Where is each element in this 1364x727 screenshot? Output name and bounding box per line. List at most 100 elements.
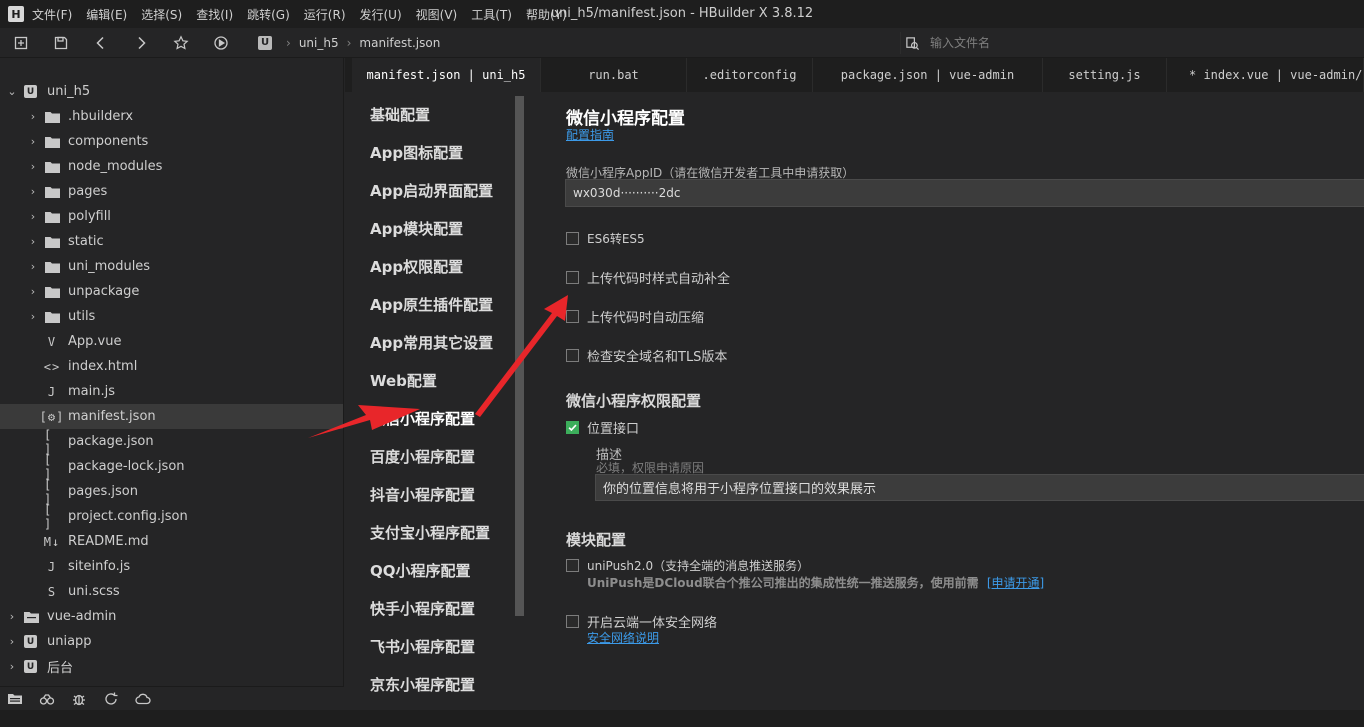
minify-checkbox[interactable]: [566, 310, 579, 323]
tree-file-project-config-json[interactable]: [ ] project.config.json: [0, 503, 343, 531]
menu-tools[interactable]: 工具(T): [471, 6, 512, 23]
plugin-icon[interactable]: [38, 690, 56, 708]
chevron-right-icon[interactable]: ›: [26, 260, 40, 273]
menu-file[interactable]: 文件(F): [32, 6, 72, 23]
url-check-option[interactable]: 检查安全域名和TLS版本: [566, 346, 727, 365]
settings-nav-item[interactable]: 微信小程序配置: [370, 408, 475, 429]
tree-folder-static[interactable]: › static: [0, 229, 343, 254]
settings-nav-item[interactable]: 百度小程序配置: [370, 446, 475, 467]
menu-view[interactable]: 视图(V): [416, 6, 458, 23]
chevron-right-icon[interactable]: ›: [5, 660, 19, 673]
minify-option[interactable]: 上传代码时自动压缩: [566, 307, 704, 326]
tree-file-siteinfo-js[interactable]: Jsiteinfo.js: [0, 554, 343, 579]
tree-folder-polyfill[interactable]: › polyfill: [0, 204, 343, 229]
unipush-option[interactable]: uniPush2.0（支持全端的消息推送服务）: [566, 557, 809, 574]
tab-manifest-json[interactable]: manifest.json | uni_h5: [352, 58, 541, 92]
menu-help[interactable]: 帮助(Y): [526, 6, 567, 23]
location-checkbox[interactable]: [566, 421, 579, 434]
tree-file-main-js[interactable]: Jmain.js: [0, 379, 343, 404]
tree-project-uni-h5[interactable]: ⌄ Uuni_h5: [0, 79, 343, 104]
chevron-right-icon[interactable]: ›: [26, 285, 40, 298]
settings-nav-item[interactable]: QQ小程序配置: [370, 560, 471, 581]
chevron-right-icon[interactable]: ›: [26, 185, 40, 198]
tree-folder-components[interactable]: › components: [0, 129, 343, 154]
menu-find[interactable]: 查找(I): [196, 6, 233, 23]
location-option[interactable]: 位置接口: [566, 418, 639, 437]
settings-nav-item[interactable]: App启动界面配置: [370, 180, 493, 201]
url-check-checkbox[interactable]: [566, 349, 579, 362]
debug-icon[interactable]: [70, 690, 88, 708]
tab-editorconfig[interactable]: .editorconfig: [687, 58, 813, 92]
unipush-apply-link[interactable]: [申请开通]: [987, 576, 1044, 590]
settings-nav-scrollbar[interactable]: [515, 96, 524, 616]
new-file-icon[interactable]: [8, 30, 34, 56]
tree-folder-unpackage[interactable]: › unpackage: [0, 279, 343, 304]
secure-network-checkbox[interactable]: [566, 615, 579, 628]
menu-publish[interactable]: 发行(U): [360, 6, 402, 23]
settings-nav-item[interactable]: 抖音小程序配置: [370, 484, 475, 505]
tree-folder-node-modules[interactable]: › node_modules: [0, 154, 343, 179]
tree-file-package-lock-json[interactable]: [ ] package-lock.json: [0, 453, 343, 481]
sync-icon[interactable]: [102, 690, 120, 708]
settings-nav-item[interactable]: 基础配置: [370, 104, 430, 125]
settings-nav-item[interactable]: App权限配置: [370, 256, 463, 277]
chevron-right-icon[interactable]: ›: [5, 635, 19, 648]
project-manager-icon[interactable]: [6, 690, 24, 708]
config-guide-link[interactable]: 配置指南: [566, 126, 614, 143]
tree-folder-hbuilderx[interactable]: › .hbuilderx: [0, 104, 343, 129]
tree-folder-utils[interactable]: › utils: [0, 304, 343, 329]
tree-file-manifest-json[interactable]: [⚙] manifest.json: [0, 404, 343, 429]
tree-file-uni-scss[interactable]: Suni.scss: [0, 579, 343, 604]
tree-project-[interactable]: › U 后台: [0, 654, 343, 679]
unipush-checkbox[interactable]: [566, 559, 579, 572]
settings-nav-item[interactable]: Web配置: [370, 370, 437, 391]
chevron-down-icon[interactable]: ⌄: [5, 85, 19, 98]
menu-edit[interactable]: 编辑(E): [86, 6, 127, 23]
tree-file-index-html[interactable]: <> index.html: [0, 354, 343, 379]
tree-folder-vue-admin[interactable]: › vue-admin: [0, 604, 343, 629]
tab-package-json[interactable]: package.json | vue-admin: [813, 58, 1043, 92]
tree-folder-pages[interactable]: › pages: [0, 179, 343, 204]
tab-setting-js[interactable]: setting.js: [1043, 58, 1167, 92]
forward-icon[interactable]: [128, 30, 154, 56]
chevron-right-icon[interactable]: ›: [26, 110, 40, 123]
chevron-right-icon[interactable]: ›: [26, 235, 40, 248]
tree-folder-uni-modules[interactable]: › uni_modules: [0, 254, 343, 279]
postcss-option[interactable]: 上传代码时样式自动补全: [566, 268, 730, 287]
tab-run-bat[interactable]: run.bat: [541, 58, 687, 92]
appid-input[interactable]: wx030d··········2dc: [565, 179, 1364, 207]
menu-goto[interactable]: 跳转(G): [247, 6, 290, 23]
chevron-right-icon[interactable]: ›: [5, 610, 19, 623]
file-search-input[interactable]: [930, 36, 1330, 50]
menu-select[interactable]: 选择(S): [141, 6, 182, 23]
postcss-checkbox[interactable]: [566, 271, 579, 284]
settings-nav-item[interactable]: App常用其它设置: [370, 332, 493, 353]
settings-nav-item[interactable]: 支付宝小程序配置: [370, 522, 490, 543]
tree-file-app-vue[interactable]: V App.vue: [0, 329, 343, 354]
breadcrumb-file[interactable]: manifest.json: [359, 36, 440, 50]
back-icon[interactable]: [88, 30, 114, 56]
chevron-right-icon[interactable]: ›: [26, 135, 40, 148]
breadcrumb-project[interactable]: uni_h5: [299, 36, 339, 50]
tree-file-readme-md[interactable]: M↓ README.md: [0, 529, 343, 554]
location-desc-input[interactable]: 你的位置信息将用于小程序位置接口的效果展示: [595, 474, 1364, 501]
chevron-right-icon[interactable]: ›: [26, 310, 40, 323]
star-icon[interactable]: [168, 30, 194, 56]
menu-run[interactable]: 运行(R): [304, 6, 346, 23]
settings-nav-item[interactable]: App原生插件配置: [370, 294, 493, 315]
tab-index-vue[interactable]: * index.vue | vue-admin/: [1167, 58, 1364, 92]
es6-to-es5-checkbox[interactable]: [566, 232, 579, 245]
settings-nav-item[interactable]: 京东小程序配置: [370, 674, 475, 695]
tree-project-uniapp[interactable]: › Uuniapp: [0, 629, 343, 654]
tree-file-pages-json[interactable]: [ ] pages.json: [0, 478, 343, 506]
chevron-right-icon[interactable]: ›: [26, 210, 40, 223]
settings-nav-item[interactable]: App图标配置: [370, 142, 463, 163]
chevron-right-icon[interactable]: ›: [26, 160, 40, 173]
run-icon[interactable]: [208, 30, 234, 56]
settings-nav-item[interactable]: App模块配置: [370, 218, 463, 239]
cloud-icon[interactable]: [134, 690, 152, 708]
tree-file-package-json[interactable]: [ ] package.json: [0, 428, 343, 456]
save-icon[interactable]: [48, 30, 74, 56]
settings-nav-item[interactable]: 飞书小程序配置: [370, 636, 475, 657]
secure-network-link[interactable]: 安全网络说明: [587, 629, 659, 646]
